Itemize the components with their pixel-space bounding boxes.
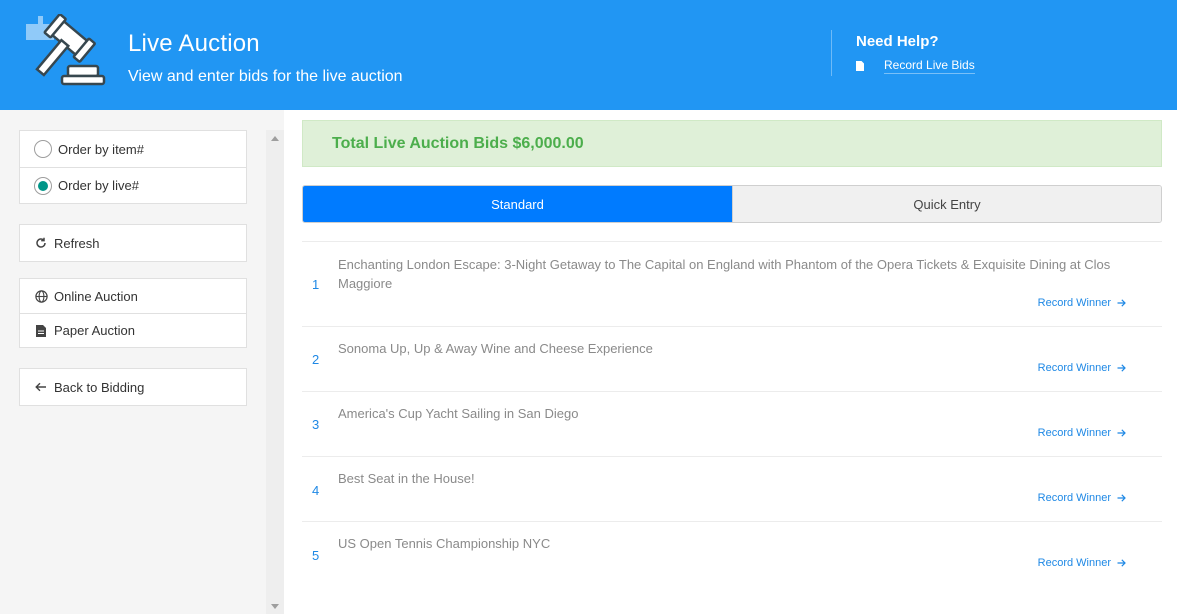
record-winner-button[interactable]: Record Winner [1038,492,1126,504]
refresh-button[interactable]: Refresh [20,225,246,261]
header-divider [831,30,832,76]
order-by-live-label: Order by live# [58,178,139,193]
record-winner-label: Record Winner [1037,362,1111,374]
refresh-icon [34,236,48,250]
back-to-bidding-label: Back to Bidding [54,379,145,395]
scroll-up-arrow-icon[interactable] [271,136,279,141]
arrow-right-icon [1117,299,1126,307]
list-item: 3 America's Cup Yacht Sailing in San Die… [302,391,1162,456]
arrow-right-icon [1117,364,1126,372]
arrow-right-icon [1117,494,1126,502]
list-item: 4 Best Seat in the House! Record Winner [302,456,1162,521]
item-name: America's Cup Yacht Sailing in San Diego [338,406,579,421]
item-name: Enchanting London Escape: 3-Night Getawa… [338,257,1111,291]
item-number: 1 [312,277,320,292]
arrow-right-icon [1117,429,1126,437]
tab-quick-entry[interactable]: Quick Entry [732,186,1161,222]
sidebar-scrollbar[interactable] [266,130,284,614]
back-to-bidding-button[interactable]: Back to Bidding [20,369,246,405]
record-winner-button[interactable]: Record Winner [1038,362,1126,374]
arrow-right-icon [1117,559,1126,567]
item-number: 2 [312,352,320,367]
list-item: 5 US Open Tennis Championship NYC Record… [302,521,1162,591]
item-name: Best Seat in the House! [338,471,475,486]
list-item: 2 Sonoma Up, Up & Away Wine and Cheese E… [302,326,1162,391]
refresh-label: Refresh [54,235,100,251]
item-number: 4 [312,483,320,498]
document-icon [856,61,864,71]
paper-auction-link[interactable]: Paper Auction [20,313,246,347]
order-by-live-radio[interactable] [34,176,52,195]
item-number: 3 [312,417,320,432]
order-by-item-option[interactable]: Order by item# [20,131,246,167]
paper-auction-label: Paper Auction [54,323,135,338]
record-winner-button[interactable]: Record Winner [1038,297,1126,309]
back-panel: Back to Bidding [19,368,247,406]
order-by-live-option[interactable]: Order by live# [20,167,246,203]
online-auction-link[interactable]: Online Auction [20,279,246,313]
scroll-down-arrow-icon[interactable] [271,604,279,609]
arrow-left-icon [34,380,48,394]
record-winner-label: Record Winner [1037,427,1111,439]
document-icon [34,324,48,338]
record-winner-button[interactable]: Record Winner [1038,557,1126,569]
entry-mode-tabs: Standard Quick Entry [302,185,1162,223]
help-title: Need Help? [856,33,939,50]
record-winner-label: Record Winner [1037,297,1111,309]
page-title: Live Auction [128,30,260,57]
main-content: Total Live Auction Bids $6,000.00 Standa… [284,110,1177,614]
total-bids-banner: Total Live Auction Bids $6,000.00 [302,120,1162,167]
item-name: Sonoma Up, Up & Away Wine and Cheese Exp… [338,341,653,356]
record-winner-button[interactable]: Record Winner [1038,427,1126,439]
order-by-item-radio[interactable] [34,140,52,158]
page-subtitle: View and enter bids for the live auction [128,68,403,85]
page-header: Live Auction View and enter bids for the… [0,0,1177,110]
gavel-icon [26,14,106,86]
help-link-label: Record Live Bids [884,58,975,74]
tab-standard[interactable]: Standard [303,186,732,222]
item-name: US Open Tennis Championship NYC [338,536,551,551]
order-by-item-label: Order by item# [58,141,144,157]
refresh-panel: Refresh [19,224,247,262]
record-live-bids-link[interactable]: Record Live Bids [856,58,975,74]
item-number: 5 [312,548,320,563]
sidebar: Order by item# Order by live# Refresh On… [0,110,284,614]
record-winner-label: Record Winner [1037,557,1111,569]
globe-icon [34,289,48,303]
auction-items-list: 1 Enchanting London Escape: 3-Night Geta… [302,241,1162,591]
record-winner-label: Record Winner [1037,492,1111,504]
list-item: 1 Enchanting London Escape: 3-Night Geta… [302,241,1162,326]
online-auction-label: Online Auction [54,288,138,304]
order-panel: Order by item# Order by live# [19,130,247,204]
auction-links-panel: Online Auction Paper Auction [19,278,247,348]
